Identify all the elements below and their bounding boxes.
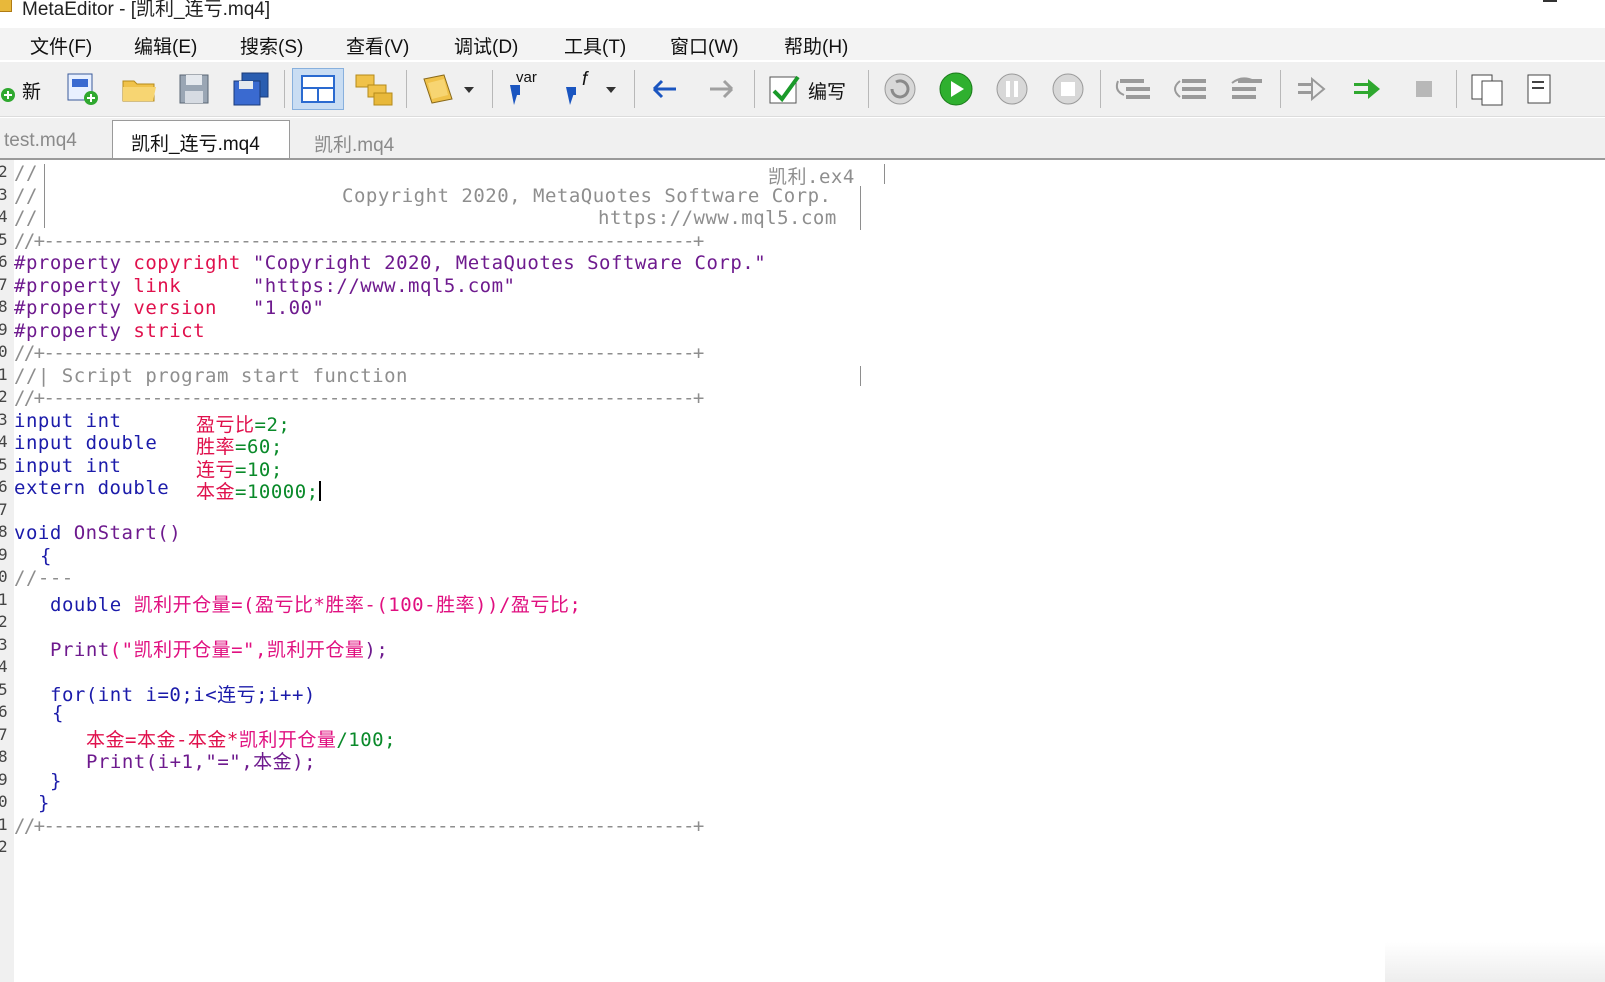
app-icon bbox=[0, 0, 12, 12]
stop-icon[interactable] bbox=[1048, 71, 1088, 107]
text-caret bbox=[318, 481, 321, 501]
box-border bbox=[860, 366, 861, 386]
insert-variable-icon[interactable]: var bbox=[504, 69, 550, 107]
title-bar: MetaEditor - [凯利_连亏.mq4] bbox=[0, 0, 1605, 26]
code-script-comment: //| Script program start function bbox=[14, 365, 408, 387]
save-all-icon[interactable] bbox=[232, 71, 272, 107]
new-project-icon[interactable] bbox=[64, 71, 104, 107]
toolbar-separator bbox=[406, 70, 407, 108]
toolbar: 新 var f 编写 bbox=[0, 62, 1605, 117]
toolbar-separator bbox=[284, 70, 285, 108]
code-comment: // bbox=[14, 162, 38, 184]
toolbar-separator bbox=[492, 70, 493, 108]
forward-arrow-icon[interactable] bbox=[702, 71, 742, 107]
code-input-line: input double bbox=[14, 432, 158, 454]
document-list-icon[interactable] bbox=[1524, 71, 1564, 107]
run-to-cursor-icon[interactable] bbox=[1348, 71, 1388, 107]
code-separator: //+-------------------------------------… bbox=[14, 342, 704, 364]
step-over-icon[interactable] bbox=[1168, 71, 1212, 107]
code-brace: } bbox=[50, 770, 62, 792]
window-title: MetaEditor - [凯利_连亏.mq4] bbox=[22, 0, 271, 20]
tab-kelly[interactable]: 凯利.mq4 bbox=[314, 122, 414, 164]
menu-bar: 文件(F) 编辑(E) 搜索(S) 查看(V) 调试(D) 工具(T) 窗口(W… bbox=[0, 28, 1605, 60]
step-out-icon[interactable] bbox=[1224, 71, 1268, 107]
code-extern-value: 本金=10000; bbox=[196, 481, 321, 503]
code-property-line: #property strict bbox=[14, 320, 206, 342]
code-statement: Print(i+1,"=",本金); bbox=[86, 751, 317, 773]
code-input-line: input int bbox=[14, 410, 122, 432]
editor-tabs: test.mq4 凯利_连亏.mq4 凯利.mq4 bbox=[0, 118, 1605, 160]
code-function-signature: void OnStart() bbox=[14, 522, 182, 544]
menu-edit[interactable]: 编辑(E) bbox=[134, 32, 197, 59]
tab-test[interactable]: test.mq4 bbox=[4, 122, 104, 164]
box-border bbox=[44, 164, 45, 228]
menu-debug[interactable]: 调试(D) bbox=[454, 32, 518, 59]
restart-icon[interactable] bbox=[880, 71, 920, 107]
code-extern-line: extern double bbox=[14, 477, 170, 499]
box-border bbox=[860, 186, 861, 230]
minimize-icon[interactable] bbox=[1543, 0, 1557, 2]
menu-window[interactable]: 窗口(W) bbox=[670, 32, 739, 59]
code-brace: { bbox=[40, 545, 52, 567]
code-property-line: #property link "https://www.mql5.com" bbox=[14, 275, 516, 297]
start-debug-icon[interactable] bbox=[936, 71, 976, 107]
code-property-line: #property copyright "Copyright 2020, Met… bbox=[14, 252, 767, 274]
styler-dropdown[interactable] bbox=[418, 71, 486, 107]
code-brace: { bbox=[52, 702, 64, 724]
code-separator: //+-------------------------------------… bbox=[14, 815, 704, 837]
box-border bbox=[884, 164, 885, 184]
toolbar-separator bbox=[634, 70, 635, 108]
toggle-breakpoint-icon[interactable] bbox=[1292, 71, 1332, 107]
layout-toggle-button[interactable] bbox=[292, 68, 344, 110]
code-editor[interactable]: // 凯利.ex4 // Copyright 2020, MetaQuotes … bbox=[0, 160, 1605, 982]
code-comment: // bbox=[14, 185, 38, 207]
code-header-copyright: Copyright 2020, MetaQuotes Software Corp… bbox=[342, 185, 832, 207]
code-brace: } bbox=[38, 792, 50, 814]
code-comment: // bbox=[14, 207, 38, 229]
tab-kelly-loss[interactable]: 凯利_连亏.mq4 bbox=[112, 120, 290, 158]
copy-documents-icon[interactable] bbox=[1468, 71, 1508, 107]
menu-file[interactable]: 文件(F) bbox=[30, 32, 92, 59]
f-label: f bbox=[582, 69, 588, 90]
new-label: 新 bbox=[22, 82, 42, 103]
toolbar-separator bbox=[868, 70, 869, 108]
code-statement: double 凯利开仓量=(盈亏比*胜率-(100-胜率))/盈亏比; bbox=[50, 594, 582, 616]
code-comment: //--- bbox=[14, 567, 74, 589]
menu-tools[interactable]: 工具(T) bbox=[564, 32, 626, 59]
stop-square-icon[interactable] bbox=[1404, 71, 1444, 107]
var-label: var bbox=[516, 69, 537, 86]
menu-search[interactable]: 搜索(S) bbox=[240, 32, 303, 59]
pause-icon[interactable] bbox=[992, 71, 1032, 107]
insert-function-dropdown[interactable]: f bbox=[560, 69, 626, 107]
code-property-line: #property version "1.00" bbox=[14, 297, 325, 319]
code-separator: //+-------------------------------------… bbox=[14, 230, 704, 252]
save-icon[interactable] bbox=[176, 71, 216, 107]
menu-view[interactable]: 查看(V) bbox=[346, 32, 409, 59]
toolbar-separator bbox=[1456, 70, 1457, 108]
compile-label: 编写 bbox=[808, 82, 847, 103]
code-separator: //+-------------------------------------… bbox=[14, 387, 704, 409]
new-button[interactable]: 新 bbox=[0, 71, 48, 107]
back-arrow-icon[interactable] bbox=[646, 71, 686, 107]
step-into-icon[interactable] bbox=[1112, 71, 1156, 107]
toolbar-separator bbox=[754, 70, 755, 108]
toolbar-separator bbox=[1280, 70, 1281, 108]
code-statement: Print("凯利开仓量=",凯利开仓量); bbox=[50, 639, 389, 661]
compile-button[interactable]: 编写 bbox=[766, 71, 856, 107]
code-header-url: https://www.mql5.com bbox=[598, 207, 837, 229]
toolbar-separator bbox=[1100, 70, 1101, 108]
menu-help[interactable]: 帮助(H) bbox=[784, 32, 848, 59]
navigator-icon[interactable] bbox=[352, 71, 396, 107]
open-folder-icon[interactable] bbox=[120, 71, 160, 107]
code-input-line: input int bbox=[14, 455, 122, 477]
code-for-loop: for(int i=0;i<连亏;i++) bbox=[50, 684, 316, 706]
bottom-right-shadow bbox=[1385, 942, 1605, 982]
